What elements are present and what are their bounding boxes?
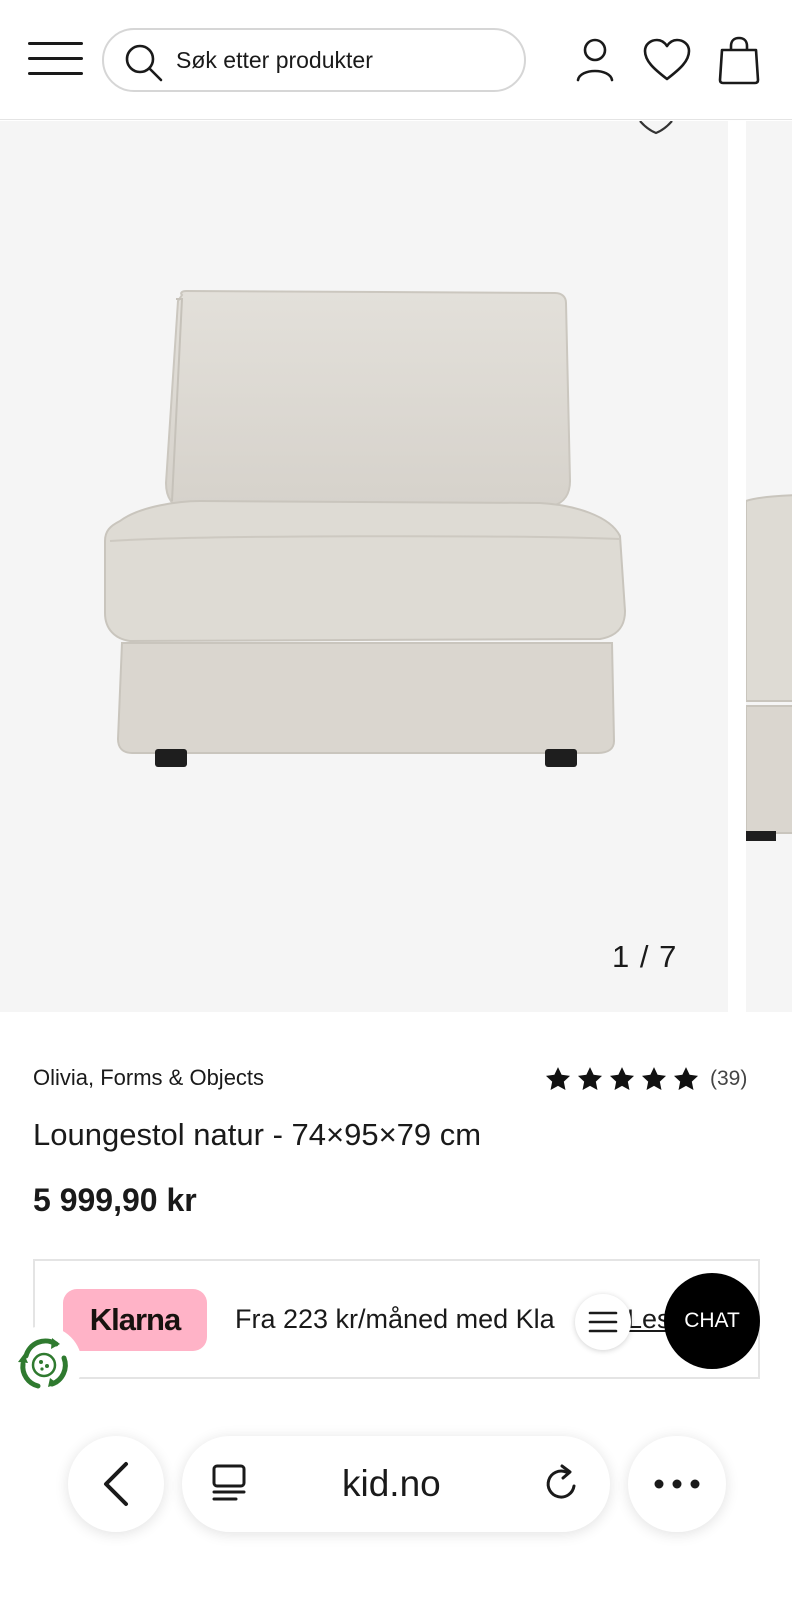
next-product-image[interactable] xyxy=(746,121,792,1012)
tabs-icon xyxy=(212,1464,246,1501)
star-icon xyxy=(641,1067,667,1090)
site-header xyxy=(0,0,792,120)
star-icon xyxy=(577,1067,603,1090)
recycle-icon xyxy=(18,1338,68,1389)
product-gallery[interactable]: 1 / 7 xyxy=(0,121,792,1012)
product-image[interactable]: 1 / 7 xyxy=(0,121,728,1012)
search-icon xyxy=(125,44,163,82)
reload-icon[interactable] xyxy=(540,1462,584,1506)
product-rating[interactable]: (39) xyxy=(544,1062,747,1096)
shopping-bag-icon[interactable] xyxy=(712,34,766,88)
browser-url-text: kid.no xyxy=(342,1463,441,1504)
search-input[interactable] xyxy=(176,40,506,80)
star-icon xyxy=(673,1067,699,1090)
star-icon xyxy=(545,1067,571,1090)
more-dots-icon xyxy=(654,1479,700,1489)
product-brand[interactable]: Olivia, Forms & Objects xyxy=(33,1065,264,1091)
menu-button[interactable] xyxy=(26,38,86,80)
browser-more-button[interactable] xyxy=(628,1436,726,1532)
menu-icon-line xyxy=(28,42,83,45)
menu-icon-line xyxy=(28,72,83,75)
klarna-banner: Klarna Fra 223 kr/måned med Kla Les xyxy=(33,1259,760,1379)
menu-icon xyxy=(588,1311,618,1333)
account-icon[interactable] xyxy=(568,34,622,88)
klarna-installment-text: Fra 223 kr/måned med Kla xyxy=(235,1304,555,1334)
chevron-left-icon xyxy=(104,1462,128,1506)
floating-menu-button[interactable] xyxy=(575,1294,631,1350)
menu-icon-line xyxy=(28,57,83,60)
chat-button[interactable]: CHAT xyxy=(664,1273,760,1369)
rating-count: (39) xyxy=(710,1067,748,1090)
product-price: 5 999,90 kr xyxy=(33,1182,197,1218)
eco-badge[interactable] xyxy=(6,1326,82,1402)
star-icon xyxy=(609,1067,635,1090)
browser-back-button[interactable] xyxy=(68,1436,164,1532)
browser-toolbar: kid.no xyxy=(0,1400,792,1600)
heart-icon[interactable] xyxy=(640,34,694,88)
browser-url-bar[interactable]: kid.no xyxy=(182,1436,610,1532)
search-bar[interactable] xyxy=(102,28,526,92)
armchair-image-partial xyxy=(746,494,792,841)
product-title: Loungestol natur - 74×95×79 cm xyxy=(33,1117,482,1152)
klarna-logo: Klarna xyxy=(63,1289,207,1351)
image-counter: 1 / 7 xyxy=(612,939,678,974)
wishlist-heart-icon[interactable] xyxy=(636,121,676,135)
armchair-image xyxy=(104,289,627,767)
